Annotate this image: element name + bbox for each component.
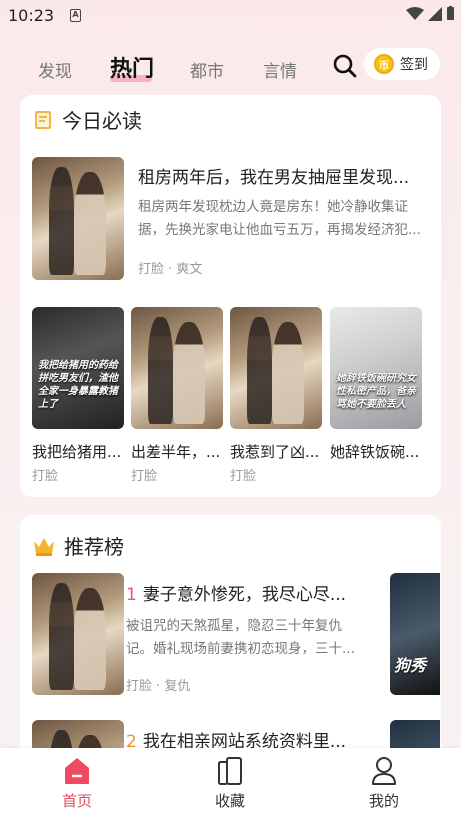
system-icons [406, 6, 455, 21]
grid-book-title[interactable]: 出差半年，... [131, 441, 221, 462]
signal-icon [428, 6, 442, 21]
signin-button[interactable]: 币 签到 [364, 48, 440, 80]
bottom-nav: 首页 收藏 我的 [0, 748, 461, 821]
tab-hot[interactable]: 热门 [110, 51, 154, 83]
status-bar: 10:23 A [0, 0, 461, 32]
cover-text: 她辞铁饭碗研究女性私密产品，爸亲骂她不要脸丢人 [336, 373, 416, 410]
search-icon[interactable] [332, 53, 358, 79]
book-cover[interactable]: 她辞铁饭碗研究女性私密产品，爸亲骂她不要脸丢人 [330, 307, 422, 429]
coin-icon: 币 [374, 54, 394, 74]
wifi-icon [406, 6, 424, 20]
grid-book-3[interactable]: 我惹到了凶... 打脸 [230, 307, 322, 484]
grid-book-tag: 打脸 [131, 469, 158, 484]
featured-book-tags: 打脸 · 爽文 [138, 262, 203, 277]
nav-bookshelf[interactable]: 收藏 [190, 756, 270, 811]
signin-label: 签到 [400, 57, 428, 73]
rank-number: 1 [126, 585, 137, 605]
grid-book-title[interactable]: 我惹到了凶... [230, 441, 320, 462]
featured-book-title[interactable]: 租房两年后，我在男友抽屉里发现... [138, 163, 428, 188]
rank-1-cover[interactable] [32, 573, 124, 695]
rank-title-text: 妻子意外惨死，我尽心尽... [142, 585, 347, 605]
crown-icon [34, 537, 54, 556]
grid-book-title[interactable]: 她辞铁饭碗... [330, 441, 420, 462]
book-cover[interactable]: 我把给猪用的药给拼吃男友们，渣他全家一身暴露教猪上了 [32, 307, 124, 429]
battery-icon [447, 6, 454, 20]
grid-book-tag: 打脸 [32, 469, 59, 484]
rank-1-tags: 打脸 · 复仇 [126, 679, 191, 694]
tab-urban[interactable]: 都市 [190, 57, 224, 82]
nav-profile-label: 我的 [368, 792, 399, 810]
ranking-header: 推荐榜 [32, 531, 124, 560]
user-icon [372, 757, 396, 785]
cover-text: 狗秀 [394, 656, 427, 676]
section-title: 推荐榜 [64, 535, 124, 559]
grid-book-1[interactable]: 我把给猪用的药给拼吃男友们，渣他全家一身暴露教猪上了 我把给猪用... 打脸 [32, 307, 124, 484]
grid-book-tag: 打脸 [230, 469, 257, 484]
ranking-card: 推荐榜 1 妻子意外惨死，我尽心尽... 被诅咒的天煞孤星，隐忍三十年复仇记。婚礼… [20, 515, 441, 775]
a-box-icon: A [70, 9, 81, 22]
daily-read-header: 今日必读 [32, 105, 142, 134]
book-cover[interactable] [131, 307, 223, 429]
nav-bookshelf-label: 收藏 [214, 792, 245, 810]
status-time: 10:23 [8, 6, 55, 25]
notebook-icon [35, 110, 51, 129]
book-cover[interactable] [230, 307, 322, 429]
tab-romance[interactable]: 言情 [263, 57, 297, 82]
rank-1-title[interactable]: 1 妻子意外惨死，我尽心尽... [126, 580, 358, 605]
grid-book-2[interactable]: 出差半年，... 打脸 [131, 307, 223, 484]
peek-book-cover[interactable]: 狗秀 [390, 573, 440, 695]
nav-profile[interactable]: 我的 [344, 756, 424, 811]
grid-book-title[interactable]: 我把给猪用... [32, 441, 122, 462]
featured-book-description: 租房两年发现枕边人竟是房东！她冷静收集证据，先换光家电让他血亏五万，再揭发经济犯… [138, 199, 421, 238]
cover-text: 我把给猪用的药给拼吃男友们，渣他全家一身暴露教猪上了 [38, 360, 118, 410]
tab-discover[interactable]: 发现 [38, 57, 72, 82]
bookshelf-icon [218, 757, 242, 785]
grid-book-tag [330, 465, 422, 481]
section-title: 今日必读 [62, 109, 142, 133]
daily-read-card: 今日必读 租房两年后，我在男友抽屉里发现... 租房两年发现枕边人竟是房东！她冷… [20, 95, 441, 497]
top-nav: 发现 热门 都市 言情 币 签到 [0, 45, 461, 89]
grid-book-4[interactable]: 她辞铁饭碗研究女性私密产品，爸亲骂她不要脸丢人 她辞铁饭碗... [330, 307, 422, 481]
nav-home[interactable]: 首页 [37, 756, 117, 811]
nav-home-label: 首页 [61, 792, 92, 810]
home-icon [65, 758, 89, 784]
rank-1-description: 被诅咒的天煞孤星，隐忍三十年复仇记。婚礼现场前妻携初恋现身，三十... [126, 618, 355, 657]
featured-book-cover[interactable] [32, 157, 124, 280]
